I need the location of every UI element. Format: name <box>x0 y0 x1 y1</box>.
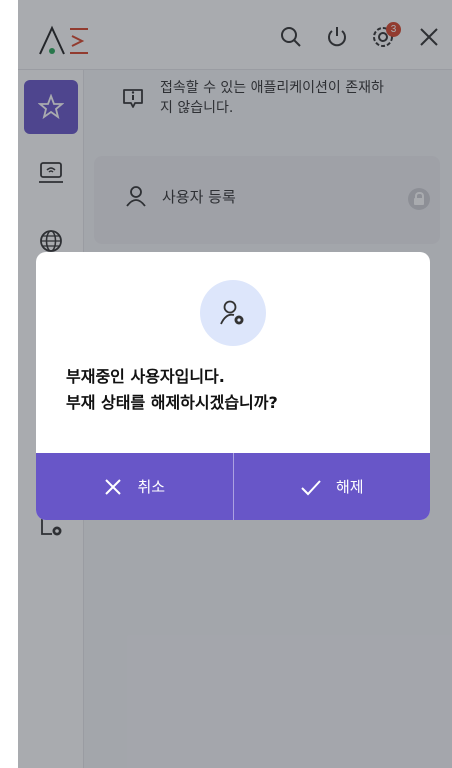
dialog-buttons: 취소 해제 <box>36 453 430 520</box>
check-icon <box>301 479 321 495</box>
dialog-message-line1: 부재중인 사용자입니다. <box>66 367 225 386</box>
away-status-dialog: 부재중인 사용자입니다. 부재 상태를 해제하시겠습니까? 취소 해제 <box>36 252 430 520</box>
confirm-button[interactable]: 해제 <box>232 453 431 520</box>
dialog-message: 부재중인 사용자입니다. 부재 상태를 해제하시겠습니까? <box>66 364 278 416</box>
confirm-button-label: 해제 <box>335 478 364 496</box>
user-settings-icon <box>200 280 266 346</box>
cancel-button-label: 취소 <box>137 478 166 496</box>
cancel-button[interactable]: 취소 <box>36 453 233 520</box>
dialog-message-line2: 부재 상태를 해제하시겠습니까? <box>66 393 278 412</box>
close-icon <box>105 478 122 495</box>
